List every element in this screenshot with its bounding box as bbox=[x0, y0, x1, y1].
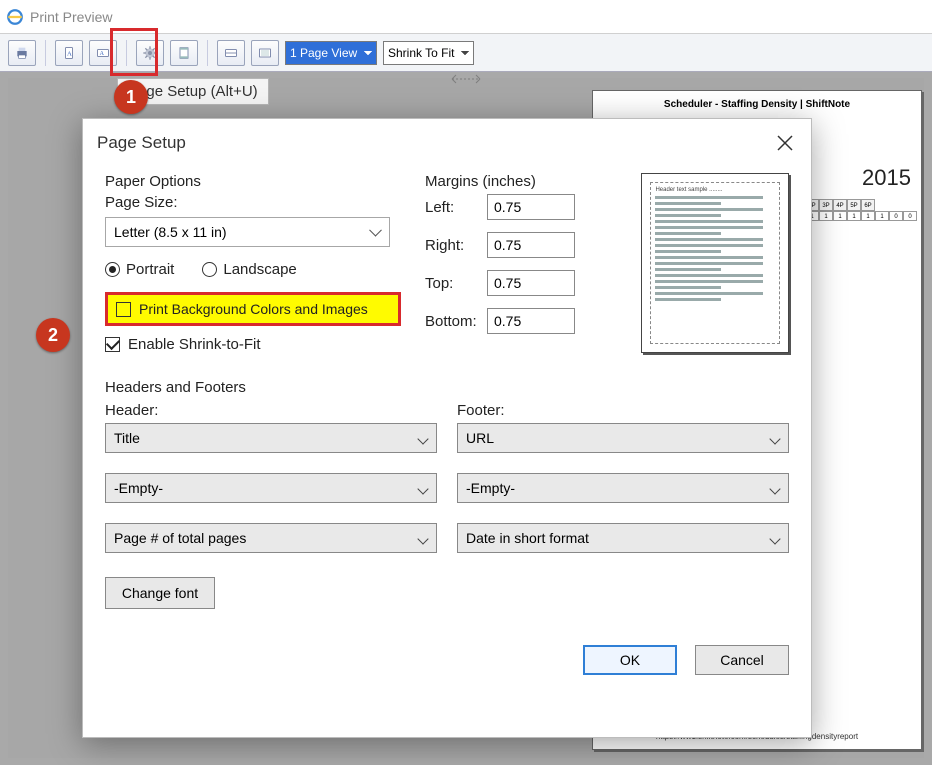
window-title: Print Preview bbox=[30, 9, 112, 25]
print-background-label: Print Background Colors and Images bbox=[139, 301, 368, 317]
headers-toggle-button[interactable] bbox=[170, 40, 198, 66]
margin-right-input[interactable] bbox=[487, 232, 575, 258]
full-width-button[interactable] bbox=[217, 40, 245, 66]
cancel-button[interactable]: Cancel bbox=[695, 645, 789, 675]
annotation-badge-1: 1 bbox=[114, 80, 148, 114]
annotation-badge-2: 2 bbox=[36, 318, 70, 352]
page-setup-button[interactable] bbox=[136, 40, 164, 66]
portrait-label: Portrait bbox=[126, 261, 174, 278]
preview-page-title: Scheduler - Staffing Density | ShiftNote bbox=[593, 91, 921, 110]
svg-text:A: A bbox=[100, 51, 105, 57]
print-button[interactable] bbox=[8, 40, 36, 66]
margin-left-input[interactable] bbox=[487, 194, 575, 220]
margins-label: Margins (inches) bbox=[425, 173, 611, 190]
ok-button[interactable]: OK bbox=[583, 645, 677, 675]
zoom-select[interactable]: Shrink To Fit bbox=[383, 41, 474, 65]
header-combo-2[interactable]: -Empty- bbox=[105, 473, 437, 503]
margin-right-label: Right: bbox=[425, 237, 487, 254]
landscape-radio[interactable]: Landscape bbox=[202, 261, 296, 278]
full-page-button[interactable] bbox=[251, 40, 279, 66]
page-thumbnail: Header text sample ........ bbox=[641, 173, 789, 353]
app-icon bbox=[6, 8, 24, 26]
print-background-row[interactable]: Print Background Colors and Images bbox=[105, 292, 401, 326]
headers-footers-label: Headers and Footers bbox=[105, 379, 789, 396]
checkbox-icon bbox=[105, 337, 120, 352]
header-combo-3[interactable]: Page # of total pages bbox=[105, 523, 437, 553]
landscape-button[interactable]: A bbox=[89, 40, 117, 66]
margin-bottom-input[interactable] bbox=[487, 308, 575, 334]
header-label: Header: bbox=[105, 402, 437, 419]
splitter-handle[interactable] bbox=[446, 72, 486, 86]
footer-label: Footer: bbox=[457, 402, 789, 419]
preview-year: 2015 bbox=[862, 165, 911, 191]
footer-combo-1[interactable]: URL bbox=[457, 423, 789, 453]
header-combo-1[interactable]: Title bbox=[105, 423, 437, 453]
enable-shrink-label: Enable Shrink-to-Fit bbox=[128, 336, 261, 353]
page-setup-dialog: Page Setup Paper Options Page Size: Lett… bbox=[82, 118, 812, 738]
landscape-label: Landscape bbox=[223, 261, 296, 278]
svg-text:A: A bbox=[67, 50, 72, 57]
margin-top-label: Top: bbox=[425, 275, 487, 292]
footer-combo-2[interactable]: -Empty- bbox=[457, 473, 789, 503]
toolbar-separator bbox=[126, 40, 127, 66]
paper-options-label: Paper Options bbox=[105, 173, 395, 190]
margin-bottom-label: Bottom: bbox=[425, 313, 487, 330]
margin-left-label: Left: bbox=[425, 199, 487, 216]
title-bar: Print Preview bbox=[0, 0, 932, 34]
footer-combo-3[interactable]: Date in short format bbox=[457, 523, 789, 553]
enable-shrink-row[interactable]: Enable Shrink-to-Fit bbox=[105, 336, 395, 353]
portrait-button[interactable]: A bbox=[55, 40, 83, 66]
page-size-label: Page Size: bbox=[105, 194, 395, 211]
checkbox-icon bbox=[116, 302, 131, 317]
toolbar-separator bbox=[45, 40, 46, 66]
margin-top-input[interactable] bbox=[487, 270, 575, 296]
page-view-select[interactable]: 1 Page View bbox=[285, 41, 377, 65]
toolbar: A A 1 Page View Shrink To Fit bbox=[0, 34, 932, 72]
dialog-title: Page Setup bbox=[97, 133, 186, 153]
close-icon[interactable] bbox=[773, 131, 797, 155]
page-size-select[interactable]: Letter (8.5 x 11 in) bbox=[105, 217, 390, 247]
change-font-button[interactable]: Change font bbox=[105, 577, 215, 609]
radio-icon bbox=[105, 262, 120, 277]
toolbar-separator bbox=[207, 40, 208, 66]
radio-icon bbox=[202, 262, 217, 277]
portrait-radio[interactable]: Portrait bbox=[105, 261, 174, 278]
